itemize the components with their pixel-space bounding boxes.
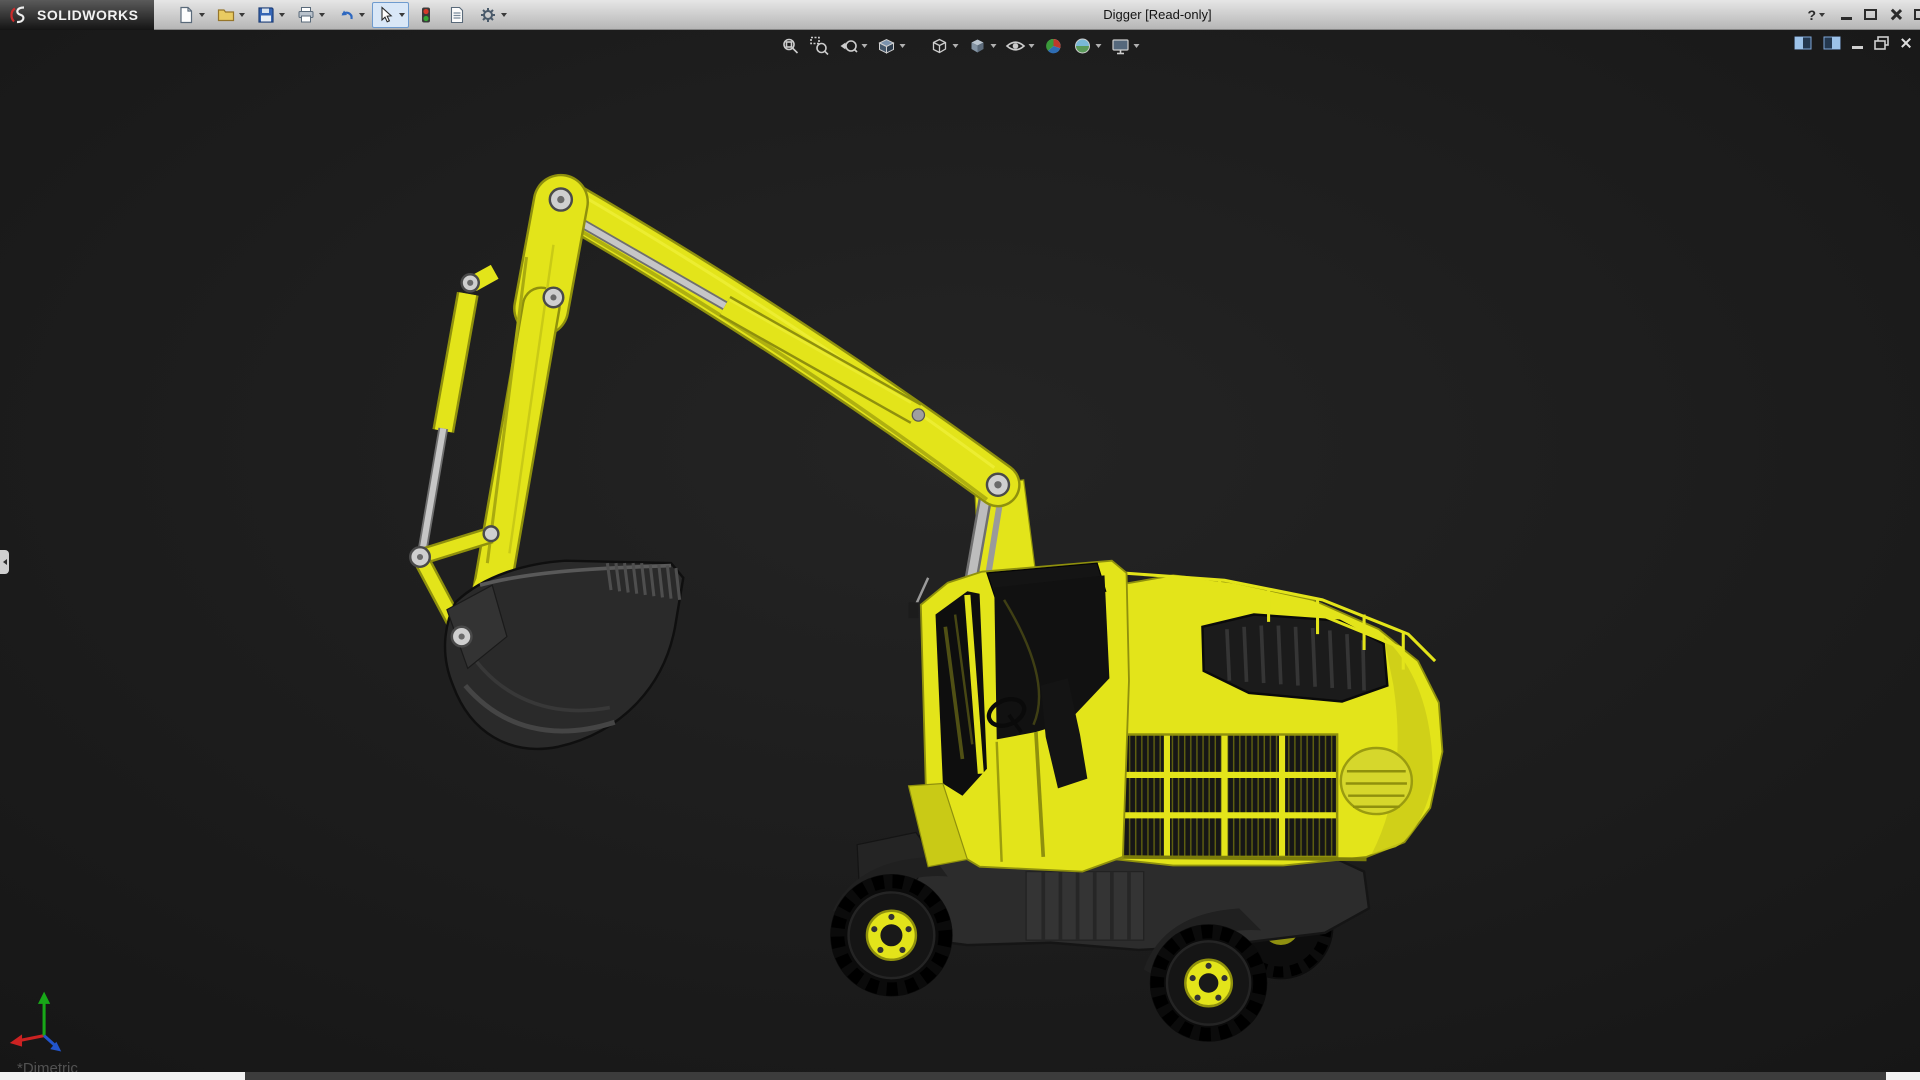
select-dropdown-caret[interactable] xyxy=(399,13,405,17)
display-style-caret[interactable] xyxy=(991,44,997,48)
status-bar xyxy=(0,1072,1920,1080)
print-button[interactable] xyxy=(292,2,329,28)
solidworks-logo-icon xyxy=(8,5,32,25)
section-view-caret[interactable] xyxy=(900,44,906,48)
previous-view-button[interactable] xyxy=(838,35,869,57)
previous-view-caret[interactable] xyxy=(862,44,868,48)
open-dropdown-caret[interactable] xyxy=(239,13,245,17)
options-dropdown-caret[interactable] xyxy=(501,13,507,17)
tile-left-icon[interactable] xyxy=(1794,36,1812,50)
zoom-to-area-icon xyxy=(810,36,830,56)
new-document-icon xyxy=(176,5,196,25)
document-restore-button[interactable] xyxy=(1874,36,1889,50)
document-close-button[interactable] xyxy=(1900,37,1912,49)
new-document-button[interactable] xyxy=(172,2,209,28)
undo-icon xyxy=(336,5,356,25)
minimize-button[interactable] xyxy=(1841,17,1852,20)
view-settings-icon xyxy=(1111,36,1131,56)
close-button[interactable] xyxy=(1889,8,1902,21)
apply-scene-button[interactable] xyxy=(1072,35,1103,57)
view-orientation-caret[interactable] xyxy=(953,44,959,48)
mirror xyxy=(909,602,919,618)
select-tool-button[interactable] xyxy=(372,2,409,28)
display-style-icon xyxy=(968,36,988,56)
graphics-area[interactable]: *Dimetric xyxy=(0,30,1920,1072)
edit-appearance-icon xyxy=(1044,36,1064,56)
status-bar-left xyxy=(0,1072,245,1080)
cab[interactable] xyxy=(909,561,1129,872)
help-button[interactable]: ? xyxy=(1803,4,1829,26)
view-orientation-icon xyxy=(930,36,950,56)
view-settings-caret[interactable] xyxy=(1134,44,1140,48)
maximize-button[interactable] xyxy=(1864,9,1877,20)
view-orientation-button[interactable] xyxy=(929,35,960,57)
save-button[interactable] xyxy=(252,2,289,28)
display-style-button[interactable] xyxy=(967,35,998,57)
rear-wheel[interactable] xyxy=(1150,924,1268,1042)
section-view-icon xyxy=(877,36,897,56)
solidworks-logo: SOLIDWORKS xyxy=(0,0,154,30)
print-icon xyxy=(296,5,316,25)
section-view-button[interactable] xyxy=(876,35,907,57)
model-canvas[interactable] xyxy=(0,30,1920,1072)
hide-show-caret[interactable] xyxy=(1029,44,1035,48)
titlebar: SOLIDWORKS xyxy=(0,0,1920,30)
main-toolbar xyxy=(154,2,511,28)
headsup-toolbar xyxy=(780,35,1141,57)
select-arrow-icon xyxy=(376,5,396,25)
open-icon xyxy=(216,5,236,25)
brand-text: SOLIDWORKS xyxy=(37,7,138,23)
eye-icon xyxy=(1006,36,1026,56)
undo-button[interactable] xyxy=(332,2,369,28)
file-properties-button[interactable] xyxy=(443,2,471,28)
undo-dropdown-caret[interactable] xyxy=(359,13,365,17)
status-bar-center xyxy=(245,1072,1886,1080)
zoom-to-area-button[interactable] xyxy=(809,35,831,57)
file-properties-icon xyxy=(447,5,467,25)
zoom-to-fit-icon xyxy=(781,36,801,56)
document-minimize-button[interactable] xyxy=(1852,46,1863,49)
previous-view-icon xyxy=(839,36,859,56)
print-dropdown-caret[interactable] xyxy=(319,13,325,17)
front-wheel[interactable] xyxy=(830,874,952,996)
hide-show-items-button[interactable] xyxy=(1005,35,1036,57)
rebuild-button[interactable] xyxy=(412,2,440,28)
edit-appearance-button[interactable] xyxy=(1043,35,1065,57)
document-title: Digger [Read-only] xyxy=(511,7,1803,22)
feature-panel-collapse-tab[interactable] xyxy=(0,550,9,574)
window-controls: ? xyxy=(1803,4,1920,26)
rear-port-window[interactable] xyxy=(1341,748,1412,814)
help-dropdown-caret[interactable] xyxy=(1819,13,1825,17)
view-settings-button[interactable] xyxy=(1110,35,1141,57)
apply-scene-icon xyxy=(1073,36,1093,56)
document-window-controls xyxy=(1794,36,1912,50)
zoom-to-fit-button[interactable] xyxy=(780,35,802,57)
rebuild-icon xyxy=(416,5,436,25)
side-grilles[interactable] xyxy=(1109,735,1337,857)
apply-scene-caret[interactable] xyxy=(1096,44,1102,48)
status-bar-right xyxy=(1886,1072,1920,1080)
help-icon: ? xyxy=(1807,7,1816,23)
options-gear-icon xyxy=(478,5,498,25)
new-dropdown-caret[interactable] xyxy=(199,13,205,17)
save-dropdown-caret[interactable] xyxy=(279,13,285,17)
options-button[interactable] xyxy=(474,2,511,28)
tile-right-icon[interactable] xyxy=(1823,36,1841,50)
save-icon xyxy=(256,5,276,25)
open-button[interactable] xyxy=(212,2,249,28)
view-orientation-label: *Dimetric xyxy=(17,1060,78,1072)
clipped-edge-icon xyxy=(1914,9,1920,20)
solidworks-window: SOLIDWORKS xyxy=(0,0,1920,1080)
